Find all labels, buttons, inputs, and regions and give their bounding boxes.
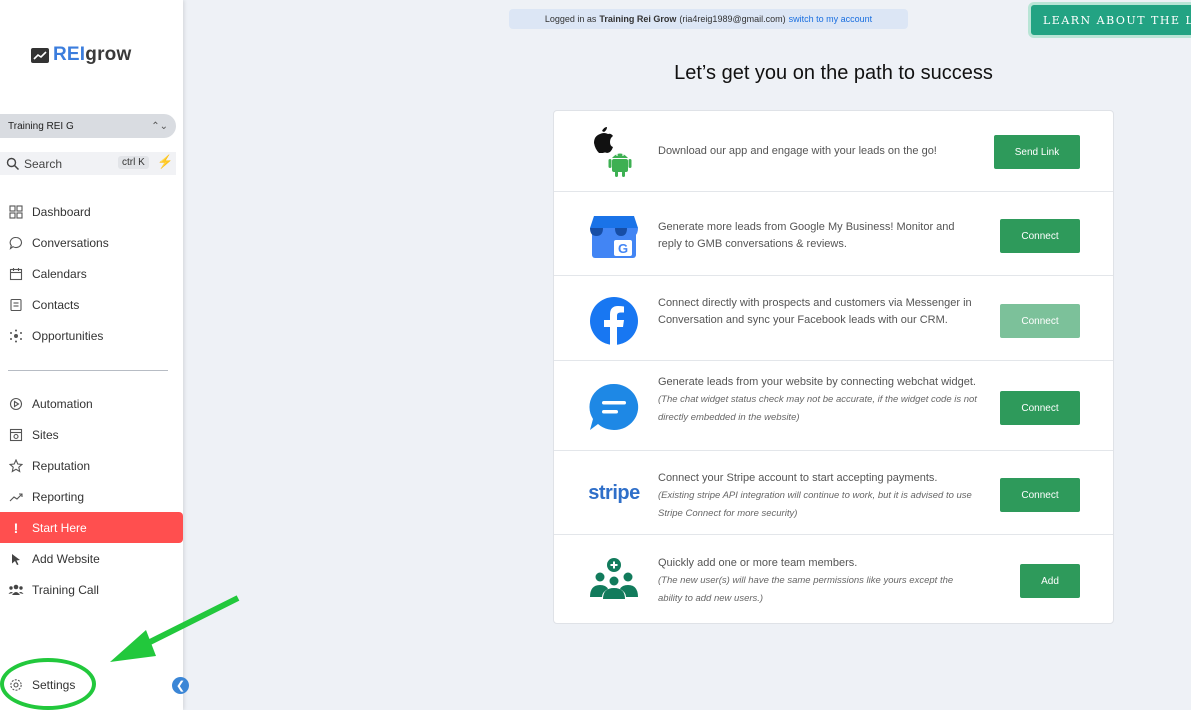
sidebar-item-label: Calendars (32, 266, 87, 281)
automation-icon (8, 396, 24, 412)
sidebar-item-add-website[interactable]: Add Website (0, 543, 183, 574)
logo[interactable]: REIgrow (31, 44, 131, 66)
star-icon (8, 458, 24, 474)
sites-icon (8, 427, 24, 443)
onboarding-row-facebook: Connect directly with prospects and cust… (554, 276, 1113, 361)
sidebar-item-opportunities[interactable]: Opportunities (0, 320, 183, 351)
learn-more-button[interactable]: LEARN ABOUT THE LA (1028, 2, 1191, 38)
contacts-icon (8, 297, 24, 313)
row-text: Connect your Stripe account to start acc… (658, 470, 978, 523)
sidebar-item-label: Start Here (32, 520, 87, 535)
row-main-text: Connect your Stripe account to start acc… (658, 472, 938, 484)
row-note: (The chat widget status check may not be… (658, 394, 977, 423)
sidebar-item-label: Opportunities (32, 328, 104, 343)
row-text: Quickly add one or more team members. (T… (658, 555, 978, 608)
row-note: (The new user(s) will have the same perm… (658, 575, 954, 604)
pointer-icon (8, 551, 24, 567)
switch-account-link[interactable]: switch to my account (789, 14, 873, 24)
connect-gmb-button[interactable]: Connect (1000, 219, 1080, 253)
lightning-icon[interactable]: ⚡ (157, 154, 173, 170)
dashboard-icon (8, 204, 24, 220)
onboarding-row-app: Download our app and engage with your le… (554, 111, 1113, 192)
sidebar-item-label: Sites (32, 427, 59, 442)
search-bar[interactable]: Search ctrl K ⚡ (0, 152, 176, 175)
connect-stripe-button[interactable]: Connect (1000, 478, 1080, 512)
sidebar-item-dashboard[interactable]: Dashboard (0, 196, 183, 227)
trend-icon (8, 489, 24, 505)
sidebar-item-conversations[interactable]: Conversations (0, 227, 183, 258)
onboarding-row-google-my-business: G Generate more leads from Google My Bus… (554, 192, 1113, 276)
onboarding-row-stripe: stripe Connect your Stripe account to st… (554, 451, 1113, 535)
sidebar-item-contacts[interactable]: Contacts (0, 289, 183, 320)
sidebar-item-reputation[interactable]: Reputation (0, 450, 183, 481)
logo-chart-icon (31, 47, 49, 63)
page-title: Let’s get you on the path to success (674, 62, 993, 84)
facebook-icon (586, 294, 642, 350)
login-name: Training Rei Grow (599, 14, 677, 24)
onboarding-row-team: Quickly add one or more team members. (T… (554, 535, 1113, 623)
sidebar-item-sites[interactable]: Sites (0, 419, 183, 450)
sidebar-item-start-here[interactable]: ! Start Here (0, 512, 183, 543)
stripe-icon: stripe (586, 465, 642, 521)
webchat-icon (586, 381, 642, 437)
sidebar-item-label: Dashboard (32, 204, 91, 219)
connect-facebook-button[interactable]: Connect (1000, 304, 1080, 338)
row-main-text: Quickly add one or more team members. (658, 557, 858, 569)
search-placeholder: Search (24, 156, 63, 171)
sidebar-item-automation[interactable]: Automation (0, 388, 183, 419)
row-text: Download our app and engage with your le… (658, 145, 937, 157)
sidebar-item-label: Training Call (32, 582, 99, 597)
row-main-text: Generate leads from your website by conn… (658, 376, 976, 388)
sidebar-item-label: Conversations (32, 235, 109, 250)
onboarding-row-webchat: Generate leads from your website by conn… (554, 361, 1113, 451)
login-email: (ria4reig1989@gmail.com) (679, 14, 786, 24)
row-text: Generate leads from your website by conn… (658, 374, 978, 427)
login-prefix: Logged in as (544, 14, 597, 24)
account-switcher[interactable]: Training REI G ⌃⌄ (0, 114, 176, 138)
sidebar-item-label: Reporting (32, 489, 85, 504)
row-text: Connect directly with prospects and cust… (658, 297, 972, 326)
highlight-ring (0, 658, 96, 710)
logo-text-rei: REI (53, 44, 86, 65)
sidebar-item-label: Contacts (32, 297, 80, 312)
exclamation-icon: ! (13, 519, 19, 536)
opportunities-icon (8, 328, 24, 344)
team-members-icon (586, 555, 642, 611)
sidebar-item-label: Automation (32, 396, 93, 411)
send-link-button[interactable]: Send Link (994, 135, 1080, 169)
connect-webchat-button[interactable]: Connect (1000, 391, 1080, 425)
app-store-icon (586, 125, 642, 181)
sidebar-item-label: Reputation (32, 458, 91, 473)
sidebar-item-reporting[interactable]: Reporting (0, 481, 183, 512)
google-my-business-icon: G (586, 210, 642, 266)
sidebar-divider (8, 370, 168, 371)
chat-bubble-icon (8, 235, 24, 251)
stripe-wordmark: stripe (588, 481, 640, 504)
users-icon (8, 582, 24, 598)
svg-text:G: G (618, 241, 628, 256)
logo-text-grow: grow (85, 44, 132, 65)
account-name: Training REI G (8, 120, 74, 132)
onboarding-card: Download our app and engage with your le… (553, 110, 1114, 624)
sidebar-item-calendars[interactable]: Calendars (0, 258, 183, 289)
updown-chevron-icon: ⌃⌄ (151, 120, 168, 132)
search-icon (6, 157, 20, 171)
highlight-arrow-icon (110, 595, 240, 662)
calendar-icon (8, 266, 24, 282)
logged-in-banner: Logged in as Training Rei Grow (ria4reig… (509, 9, 908, 29)
row-note: (Existing stripe API integration will co… (658, 490, 972, 519)
logo-text: REIgrow (53, 44, 131, 66)
sidebar-item-label: Add Website (32, 551, 100, 566)
collapse-sidebar-button[interactable]: ❮ (172, 677, 189, 694)
row-text: Generate more leads from Google My Busin… (658, 221, 955, 250)
chevron-left-icon: ❮ (175, 680, 186, 692)
search-shortcut: ctrl K (118, 156, 149, 169)
add-team-member-button[interactable]: Add (1020, 564, 1080, 598)
